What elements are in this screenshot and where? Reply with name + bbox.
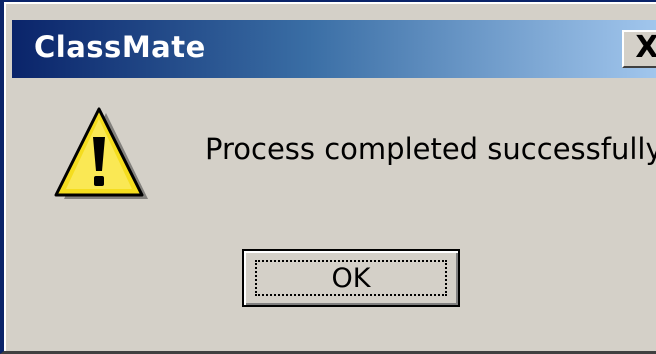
close-icon: X bbox=[635, 30, 656, 65]
warning-icon bbox=[54, 107, 148, 199]
title-bar[interactable]: ClassMate X bbox=[12, 20, 656, 78]
close-button[interactable]: X bbox=[622, 30, 656, 68]
dialog-window: ClassMate X Process completed successful… bbox=[0, 0, 656, 354]
message-text: Process completed successfully. bbox=[205, 132, 656, 166]
ok-button-label: OK bbox=[331, 263, 371, 294]
window-title: ClassMate bbox=[34, 30, 206, 64]
ok-button[interactable]: OK bbox=[242, 249, 460, 307]
